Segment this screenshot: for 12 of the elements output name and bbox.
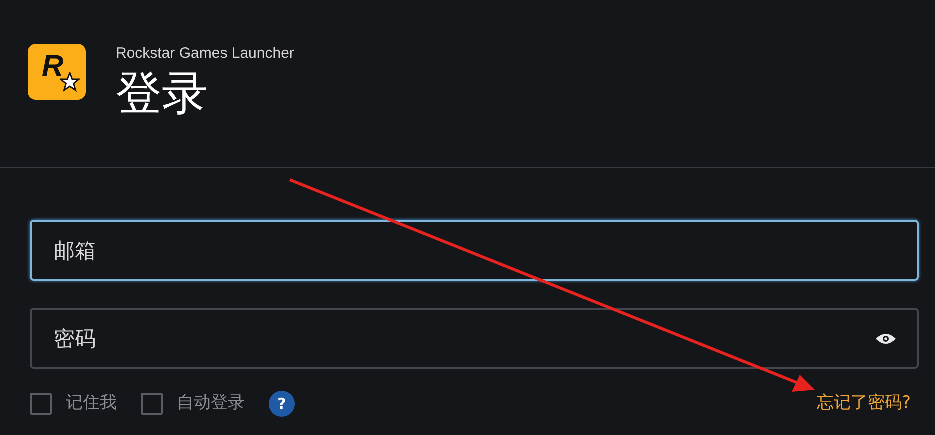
forgot-password-link[interactable]: 忘记了密码?	[816, 391, 911, 417]
checkbox[interactable]	[30, 393, 52, 415]
app-name: Rockstar Games Launcher	[116, 45, 294, 62]
checkbox-label: 自动登录	[177, 392, 245, 416]
checkbox-label: 记住我	[66, 392, 117, 416]
logo-letter: R	[42, 50, 64, 84]
page-title: 登录	[116, 68, 209, 119]
checkbox[interactable]	[141, 393, 163, 415]
password-field[interactable]: 密码	[30, 308, 919, 369]
email-field[interactable]: 邮箱	[30, 220, 919, 281]
show-password-icon[interactable]	[875, 332, 897, 346]
help-button[interactable]: ?	[269, 391, 295, 417]
